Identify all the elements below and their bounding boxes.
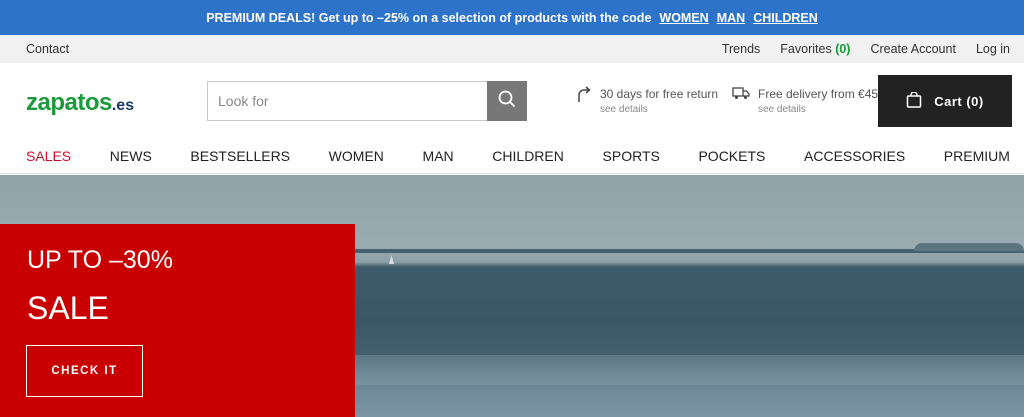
trends-link[interactable]: Trends <box>722 42 760 56</box>
nav-item-pockets[interactable]: POCKETS <box>698 148 765 164</box>
search-bar <box>207 81 527 121</box>
nav-item-bestsellers[interactable]: BESTSELLERS <box>190 148 290 164</box>
hero-banner[interactable]: UP TO –30% SALE CHECK IT <box>0 175 1024 417</box>
promo-link-women[interactable]: WOMEN <box>659 11 708 25</box>
promo-link-children[interactable]: CHILDREN <box>753 11 818 25</box>
search-button[interactable] <box>487 81 527 121</box>
nav-item-children[interactable]: CHILDREN <box>492 148 564 164</box>
logo-tld: .es <box>111 97 135 114</box>
nav-item-premium[interactable]: PREMIUM <box>944 148 1010 164</box>
sale-title: SALE <box>27 290 109 326</box>
nav-item-women[interactable]: WOMEN <box>329 148 384 164</box>
logo-main: zapatos <box>26 89 112 116</box>
nav-item-sports[interactable]: SPORTS <box>603 148 660 164</box>
site-header: zapatos.es 30 days for free return see d… <box>0 63 1024 138</box>
free-delivery-title: Free delivery from €45 <box>758 87 879 101</box>
utility-bar: Contact Trends Favorites (0) Create Acco… <box>0 35 1024 63</box>
site-logo[interactable]: zapatos.es <box>26 89 134 117</box>
return-arrow-icon <box>576 86 592 109</box>
free-delivery-details[interactable]: see details <box>758 102 878 118</box>
free-return-details[interactable]: see details <box>600 102 718 118</box>
nav-item-man[interactable]: MAN <box>423 148 454 164</box>
shopping-bag-icon <box>906 90 922 111</box>
search-icon <box>498 90 516 113</box>
sale-promo-box: UP TO –30% SALE CHECK IT <box>0 224 355 417</box>
free-return-title: 30 days for free return <box>600 87 719 101</box>
promo-text: PREMIUM DEALS! Get up to –25% on a selec… <box>206 10 652 25</box>
sale-headline: UP TO –30% <box>27 246 173 274</box>
login-link[interactable]: Log in <box>976 42 1010 56</box>
cart-button[interactable]: Cart (0) <box>878 75 1012 127</box>
promo-bar: PREMIUM DEALS! Get up to –25% on a selec… <box>0 0 1024 35</box>
free-delivery-info[interactable]: Free delivery from €45 see details <box>732 86 878 118</box>
check-it-button[interactable]: CHECK IT <box>26 345 143 397</box>
promo-link-man[interactable]: MAN <box>717 11 745 25</box>
hero-sailboat <box>389 255 394 264</box>
contact-link[interactable]: Contact <box>26 42 69 56</box>
create-account-link[interactable]: Create Account <box>870 42 955 56</box>
hero-wave <box>355 355 1024 385</box>
cart-label: Cart (0) <box>934 93 984 109</box>
nav-item-sales[interactable]: SALES <box>26 148 71 164</box>
truck-icon <box>732 86 750 105</box>
favorites-count: (0) <box>835 42 851 56</box>
nav-item-news[interactable]: NEWS <box>110 148 152 164</box>
favorites-link[interactable]: Favorites (0) <box>780 42 850 56</box>
search-input[interactable] <box>207 81 487 121</box>
hero-island <box>914 243 1024 251</box>
utility-links: Trends Favorites (0) Create Account Log … <box>722 42 1010 56</box>
favorites-label: Favorites <box>780 42 832 56</box>
main-nav: SALES NEWS BESTSELLERS WOMEN MAN CHILDRE… <box>0 138 1024 174</box>
nav-item-accessories[interactable]: ACCESSORIES <box>804 148 905 164</box>
free-return-info[interactable]: 30 days for free return see details <box>576 86 718 118</box>
